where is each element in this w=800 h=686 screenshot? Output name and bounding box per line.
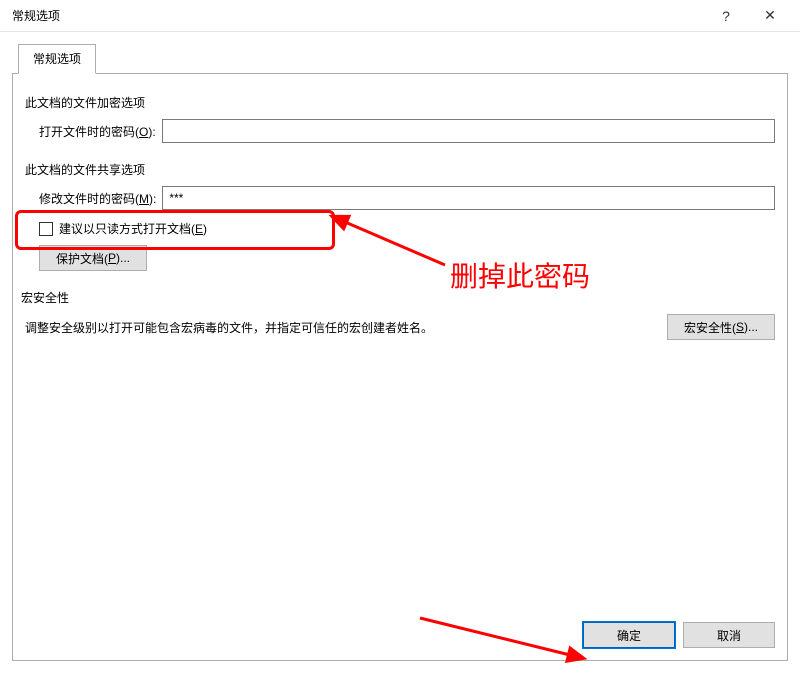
sharing-section-label: 此文档的文件共享选项 (25, 161, 775, 178)
readonly-label: 建议以只读方式打开文档(E) (59, 220, 207, 237)
help-button[interactable]: ? (704, 2, 748, 30)
protect-document-button[interactable]: 保护文档(P)... (39, 245, 147, 271)
macro-section-label: 宏安全性 (21, 289, 775, 306)
tabs: 常规选项 (12, 44, 788, 74)
modify-password-row: 修改文件时的密码(M): (39, 186, 775, 210)
title-bar: 常规选项 ? ✕ (0, 0, 800, 32)
dialog-content: 常规选项 此文档的文件加密选项 打开文件时的密码(O): 此文档的文件共享选项 … (0, 32, 800, 661)
open-password-label: 打开文件时的密码(O): (39, 123, 156, 140)
readonly-checkbox[interactable] (39, 222, 53, 236)
macro-description: 调整安全级别以打开可能包含宏病毒的文件，并指定可信任的宏创建者姓名。 (25, 319, 657, 336)
cancel-button[interactable]: 取消 (683, 622, 775, 648)
macro-security-button[interactable]: 宏安全性(S)... (667, 314, 775, 340)
window-title: 常规选项 (8, 7, 704, 24)
readonly-row[interactable]: 建议以只读方式打开文档(E) (39, 220, 775, 237)
tab-general[interactable]: 常规选项 (18, 44, 96, 74)
open-password-input[interactable] (162, 119, 775, 143)
open-password-row: 打开文件时的密码(O): (39, 119, 775, 143)
dialog-footer: 确定 取消 (583, 622, 775, 648)
macro-row: 调整安全级别以打开可能包含宏病毒的文件，并指定可信任的宏创建者姓名。 宏安全性(… (25, 314, 775, 340)
encryption-section-label: 此文档的文件加密选项 (25, 94, 775, 111)
close-button[interactable]: ✕ (748, 2, 792, 30)
modify-password-input[interactable] (162, 186, 775, 210)
annotation-callout: 删掉此密码 (450, 255, 590, 295)
ok-button[interactable]: 确定 (583, 622, 675, 648)
tab-panel: 此文档的文件加密选项 打开文件时的密码(O): 此文档的文件共享选项 修改文件时… (12, 73, 788, 661)
modify-password-label: 修改文件时的密码(M): (39, 190, 156, 207)
